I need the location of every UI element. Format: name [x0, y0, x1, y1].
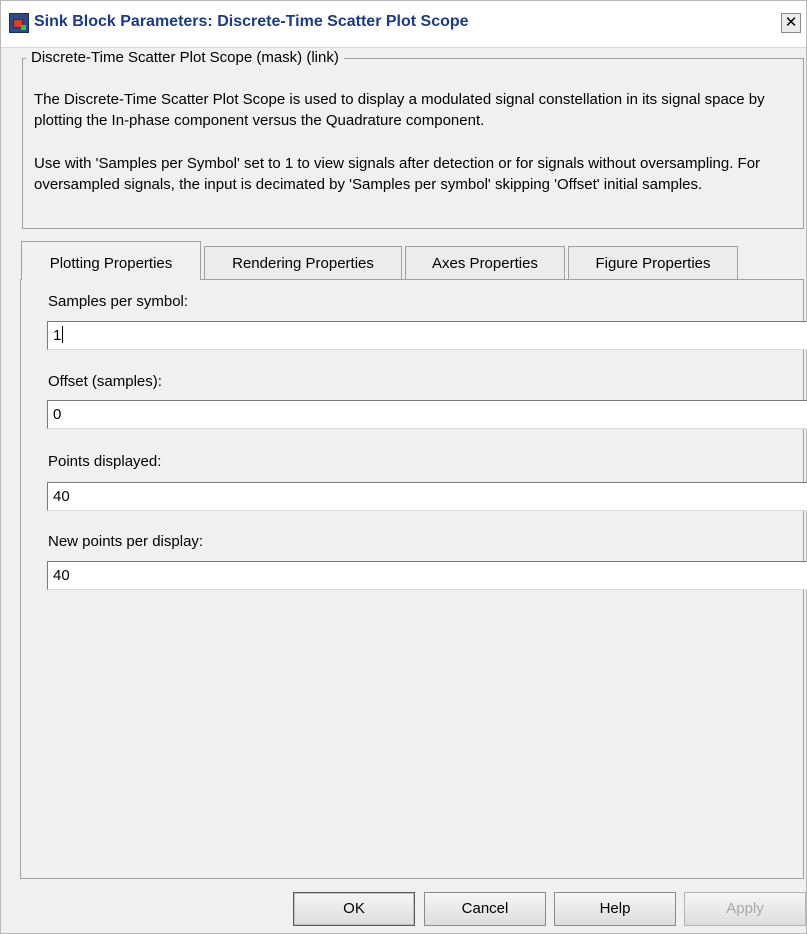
cancel-button[interactable]: Cancel: [424, 892, 546, 926]
offset-samples-label: Offset (samples):: [48, 373, 162, 390]
points-displayed-input[interactable]: 40: [47, 482, 807, 511]
samples-per-symbol-input[interactable]: 1: [47, 321, 807, 350]
text-caret: [62, 326, 64, 343]
simulink-block-icon: [9, 13, 29, 33]
ok-button[interactable]: OK: [293, 892, 415, 926]
help-button[interactable]: Help: [554, 892, 676, 926]
new-points-per-display-input[interactable]: 40: [47, 561, 807, 590]
plotting-properties-panel: Samples per symbol: 1 Offset (samples): …: [20, 279, 807, 879]
tab-axes-properties[interactable]: Axes Properties: [405, 246, 565, 279]
new-points-per-display-value: 40: [53, 567, 70, 584]
new-points-per-display-label: New points per display:: [48, 533, 204, 550]
block-parameters-dialog: Sink Block Parameters: Discrete-Time Sca…: [0, 0, 807, 934]
apply-button[interactable]: Apply: [684, 892, 806, 926]
samples-per-symbol-label: Samples per symbol:: [48, 293, 189, 310]
title-bar[interactable]: Sink Block Parameters: Discrete-Time Sca…: [1, 1, 806, 48]
points-displayed-label: Points displayed:: [48, 453, 162, 470]
description-paragraph-1: The Discrete-Time Scatter Plot Scope is …: [34, 91, 765, 129]
offset-samples-input[interactable]: 0: [47, 400, 807, 429]
tab-figure-properties[interactable]: Figure Properties: [568, 246, 738, 279]
samples-per-symbol-value: 1: [53, 327, 62, 344]
tab-plotting-properties[interactable]: Plotting Properties: [21, 241, 201, 280]
close-icon[interactable]: ✕: [781, 13, 801, 33]
mask-description-group: [22, 58, 804, 229]
offset-samples-value: 0: [53, 406, 62, 423]
tab-rendering-properties[interactable]: Rendering Properties: [204, 246, 402, 279]
points-displayed-value: 40: [53, 488, 70, 505]
window-title: Sink Block Parameters: Discrete-Time Sca…: [34, 13, 469, 30]
description-paragraph-2: Use with 'Samples per Symbol' set to 1 t…: [34, 155, 761, 193]
group-title: Discrete-Time Scatter Plot Scope (mask) …: [26, 49, 344, 66]
